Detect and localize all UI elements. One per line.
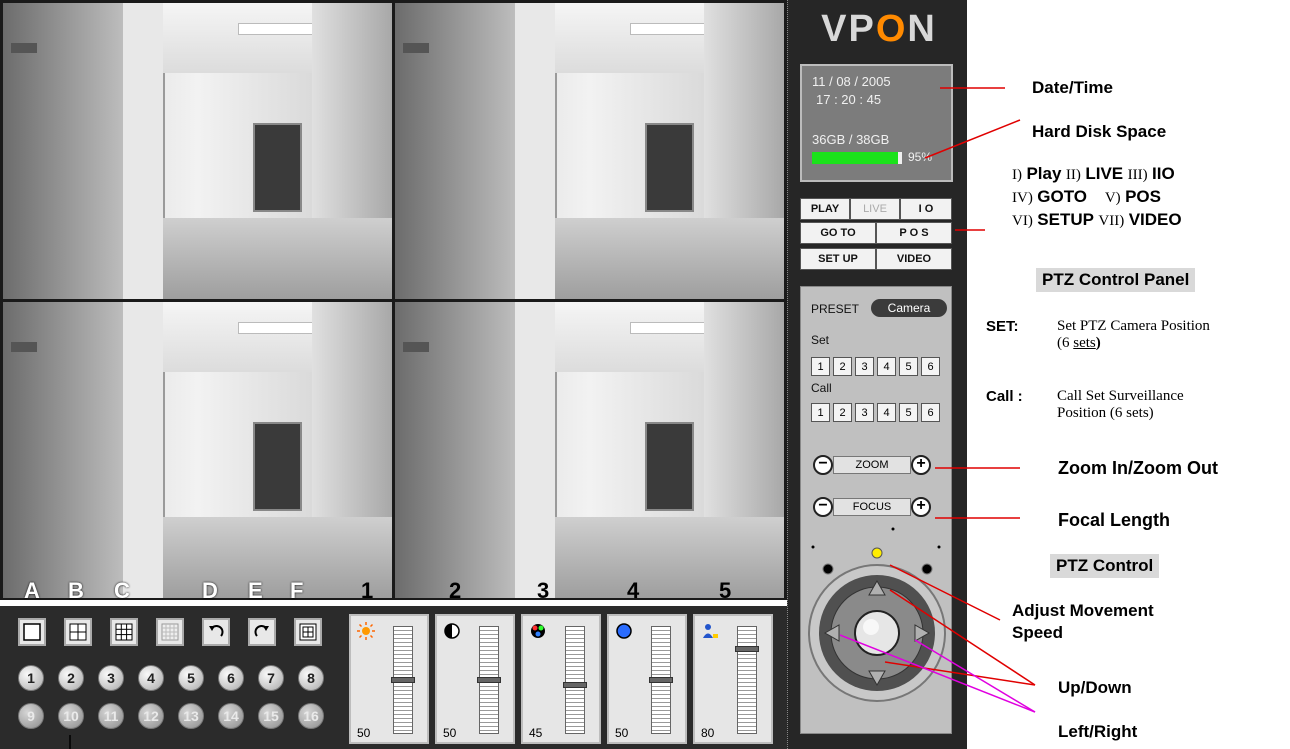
annotation-set-label: SET: xyxy=(986,318,1019,335)
annotation-focal: Focal Length xyxy=(1058,510,1170,530)
annotation-call-label: Call : xyxy=(986,388,1023,405)
annotation-up-down: Up/Down xyxy=(1058,678,1132,697)
annotation-ptz-panel: PTZ Control Panel xyxy=(1036,268,1196,292)
annotation-hard-disk: Hard Disk Space xyxy=(1032,122,1167,141)
annotation-ptz-control: PTZ Control xyxy=(1050,554,1160,578)
annotation-set-desc: Set PTZ Camera Position (6 sets) xyxy=(1057,318,1210,351)
annotation-speed: Adjust Movement Speed xyxy=(1012,601,1154,642)
annotation-datetime: Date/Time xyxy=(1032,78,1113,97)
annotation-zoom: Zoom In/Zoom Out xyxy=(1058,458,1218,478)
annotation-modes: I) Play II) LIVE III) IIO IV) GOTO V) PO… xyxy=(1012,164,1182,229)
annotation-left-right: Left/Right xyxy=(1058,722,1138,741)
annotation-call-desc: Call Set Surveillance Position (6 sets) xyxy=(1057,388,1184,421)
